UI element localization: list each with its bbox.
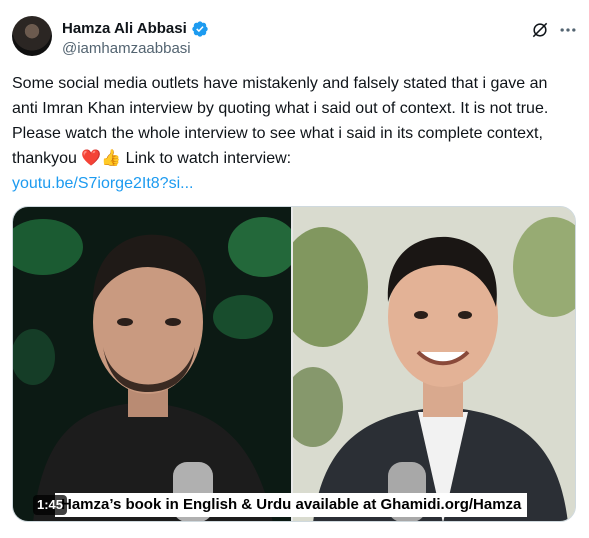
author-handle[interactable]: @iamhamzaabbasi xyxy=(62,40,191,58)
video-right-frame xyxy=(293,207,575,521)
video-caption-bar: Hamza’s book in English & Urdu available… xyxy=(13,491,575,519)
tweet-text: Some social media outlets have mistakenl… xyxy=(12,71,577,196)
video-player[interactable]: Hamza’s book in English & Urdu available… xyxy=(12,206,576,522)
author-name[interactable]: Hamza Ali Abbasi xyxy=(62,20,187,38)
thumbs-up-emoji-icon: 👍 xyxy=(101,150,122,167)
video-left-frame xyxy=(13,207,291,521)
verified-badge-icon xyxy=(192,21,208,37)
avatar[interactable] xyxy=(12,16,52,56)
more-icon[interactable] xyxy=(558,20,578,40)
tweet-card: Hamza Ali Abbasi @iamhamzaabbasi Some so… xyxy=(0,0,589,538)
interview-link[interactable]: youtu.be/S7iorge2It8?si... xyxy=(12,175,193,192)
left-person-illustration xyxy=(13,217,291,521)
right-person-illustration xyxy=(293,207,575,521)
author-name-row[interactable]: Hamza Ali Abbasi xyxy=(62,20,209,38)
video-duration: 1:45 xyxy=(33,495,68,515)
heart-emoji-icon: ❤️ xyxy=(81,150,102,167)
grok-icon[interactable] xyxy=(530,20,550,40)
tweet-text-after: Link to watch interview: xyxy=(121,150,292,167)
video-caption-text: Hamza’s book in English & Urdu available… xyxy=(55,493,528,517)
